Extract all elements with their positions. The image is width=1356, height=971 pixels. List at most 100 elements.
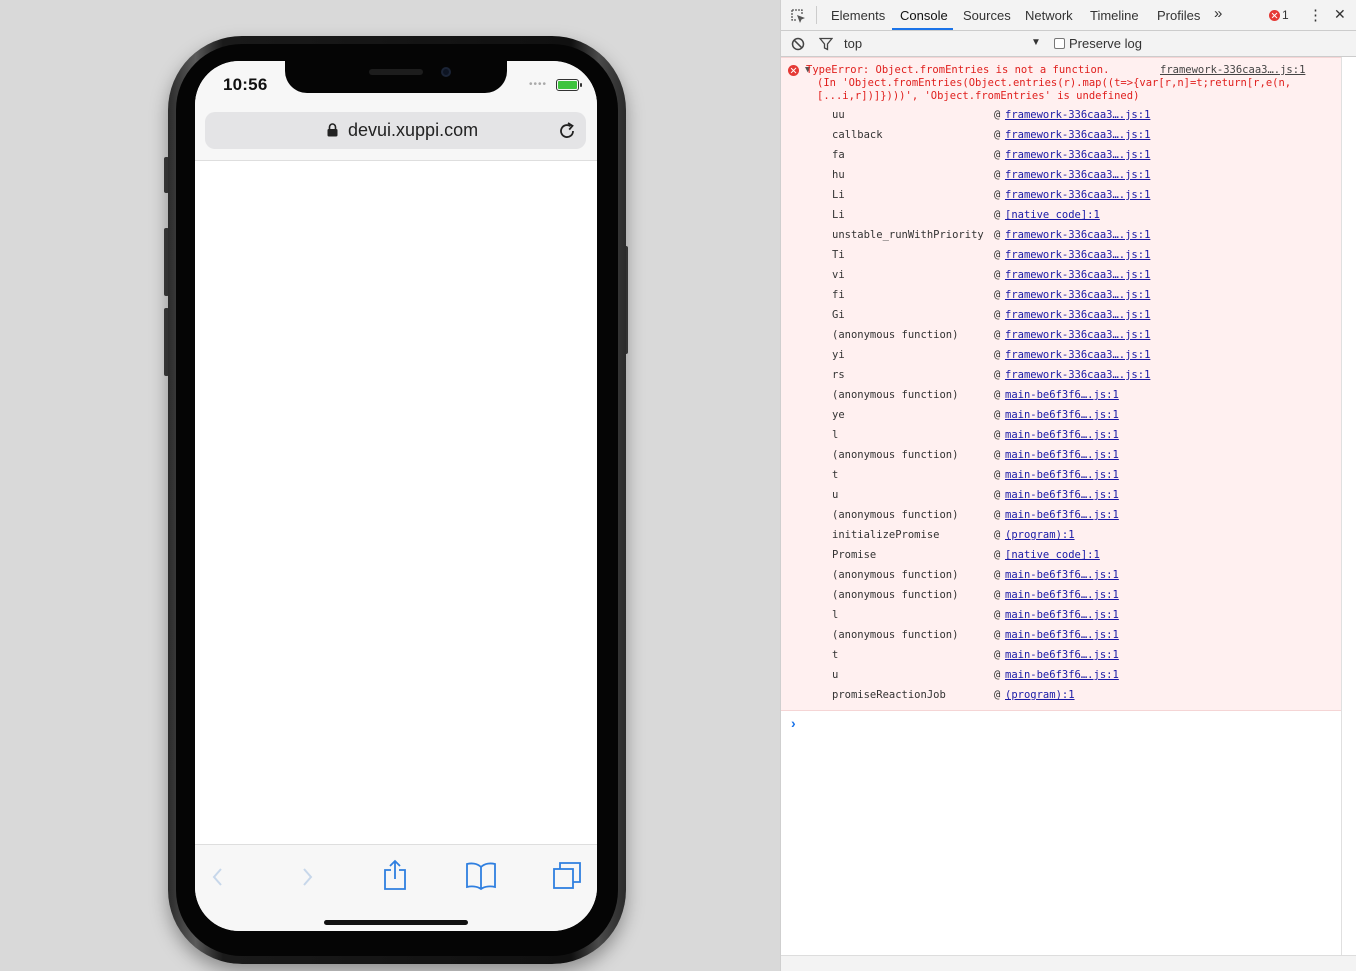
tab-network[interactable]: Network: [1025, 8, 1073, 23]
stack-frame-at: @: [994, 609, 1001, 621]
stack-frame-at: @: [994, 469, 1001, 481]
stack-frame-function: (anonymous function): [832, 449, 959, 461]
stack-frame-at: @: [994, 589, 1001, 601]
stack-frame-function: (anonymous function): [832, 569, 959, 581]
stack-frame-at: @: [994, 329, 1001, 341]
stack-frame-link[interactable]: main-be6f3f6….js:1: [1005, 649, 1119, 661]
horizontal-scrollbar[interactable]: [781, 955, 1356, 971]
stack-frame-row: (anonymous function) @ main-be6f3f6….js:1: [781, 385, 1341, 405]
address-bar[interactable]: devui.xuppi.com: [205, 112, 586, 149]
stack-frame-link[interactable]: main-be6f3f6….js:1: [1005, 469, 1119, 481]
share-icon[interactable]: [382, 859, 408, 891]
stack-frame-row: t @ main-be6f3f6….js:1: [781, 645, 1341, 665]
stack-frame-link[interactable]: framework-336caa3….js:1: [1005, 109, 1150, 121]
devtools-tab-bar: Elements Console Sources Network Timelin…: [781, 0, 1356, 31]
preserve-log-checkbox[interactable]: [1054, 38, 1065, 49]
stack-frame-link[interactable]: framework-336caa3….js:1: [1005, 369, 1150, 381]
tab-sources[interactable]: Sources: [963, 8, 1011, 23]
stack-frame-link[interactable]: framework-336caa3….js:1: [1005, 349, 1150, 361]
stack-frame-row: ye @ main-be6f3f6….js:1: [781, 405, 1341, 425]
lock-icon: [327, 123, 338, 137]
tab-console[interactable]: Console: [900, 8, 948, 23]
chevron-left-icon[interactable]: [210, 865, 226, 889]
stack-frame-link[interactable]: main-be6f3f6….js:1: [1005, 569, 1119, 581]
stack-frame-link[interactable]: framework-336caa3….js:1: [1005, 309, 1150, 321]
stack-frame-link[interactable]: (program):1: [1005, 529, 1075, 541]
stack-frame-link[interactable]: [native code]:1: [1005, 549, 1100, 561]
stack-frame-link[interactable]: main-be6f3f6….js:1: [1005, 449, 1119, 461]
stack-frame-row: Promise @ [native code]:1: [781, 545, 1341, 565]
stack-frame-link[interactable]: framework-336caa3….js:1: [1005, 149, 1150, 161]
stack-frame-function: callback: [832, 129, 883, 141]
dropdown-arrow-icon[interactable]: ▼: [1031, 37, 1041, 48]
stack-frame-function: uu: [832, 109, 845, 121]
speaker-grille: [369, 69, 423, 75]
stack-frame-link[interactable]: main-be6f3f6….js:1: [1005, 589, 1119, 601]
error-source-link[interactable]: framework-336caa3….js:1: [1160, 64, 1305, 76]
stack-frame-link[interactable]: main-be6f3f6….js:1: [1005, 389, 1119, 401]
stack-frame-at: @: [994, 669, 1001, 681]
stack-frame-link[interactable]: main-be6f3f6….js:1: [1005, 489, 1119, 501]
stack-frame-function: Promise: [832, 549, 877, 561]
stack-frame-link[interactable]: framework-336caa3….js:1: [1005, 169, 1150, 181]
stack-frame-at: @: [994, 489, 1001, 501]
preserve-log-label: Preserve log: [1069, 36, 1142, 51]
close-icon[interactable]: ✕: [1334, 6, 1346, 23]
stack-frame-at: @: [994, 629, 1001, 641]
stack-frame-at: @: [994, 249, 1001, 261]
stack-frame-function: hu: [832, 169, 845, 181]
stack-frame-link[interactable]: framework-336caa3….js:1: [1005, 189, 1150, 201]
error-icon: [788, 65, 799, 76]
stack-frame-link[interactable]: [native code]:1: [1005, 209, 1100, 221]
tab-elements[interactable]: Elements: [831, 8, 885, 23]
stack-frame-link[interactable]: main-be6f3f6….js:1: [1005, 429, 1119, 441]
stack-frame-row: uu @ framework-336caa3….js:1: [781, 105, 1341, 125]
reload-icon[interactable]: [557, 121, 577, 141]
chevron-right-icon[interactable]: [299, 865, 315, 889]
stack-frame-row: (anonymous function) @ main-be6f3f6….js:1: [781, 445, 1341, 465]
stack-frame-link[interactable]: main-be6f3f6….js:1: [1005, 629, 1119, 641]
stack-frame-link[interactable]: main-be6f3f6….js:1: [1005, 669, 1119, 681]
error-count[interactable]: 1: [1282, 8, 1289, 22]
context-selector[interactable]: top: [844, 36, 862, 51]
stack-frame-link[interactable]: framework-336caa3….js:1: [1005, 249, 1150, 261]
stack-frame-row: vi @ framework-336caa3….js:1: [781, 265, 1341, 285]
stack-frame-at: @: [994, 689, 1001, 701]
stack-frame-row: (anonymous function) @ main-be6f3f6….js:1: [781, 565, 1341, 585]
stack-frame-link[interactable]: framework-336caa3….js:1: [1005, 289, 1150, 301]
stack-frame-link[interactable]: framework-336caa3….js:1: [1005, 269, 1150, 281]
stack-frame-function: Li: [832, 189, 845, 201]
stack-frame-row: promiseReactionJob @ (program):1: [781, 685, 1341, 705]
tab-timeline[interactable]: Timeline: [1090, 8, 1139, 23]
stack-frame-at: @: [994, 149, 1001, 161]
stack-frame-link[interactable]: main-be6f3f6….js:1: [1005, 509, 1119, 521]
stack-frame-link[interactable]: main-be6f3f6….js:1: [1005, 409, 1119, 421]
stack-frame-row: fi @ framework-336caa3….js:1: [781, 285, 1341, 305]
stack-frame-row: t @ main-be6f3f6….js:1: [781, 465, 1341, 485]
stack-frame-link[interactable]: framework-336caa3….js:1: [1005, 229, 1150, 241]
console-scrollbar[interactable]: [1341, 57, 1356, 957]
stack-frame-link[interactable]: (program):1: [1005, 689, 1075, 701]
safari-toolbar: [195, 844, 597, 931]
stack-frame-link[interactable]: framework-336caa3….js:1: [1005, 329, 1150, 341]
console-prompt[interactable]: ›: [791, 715, 796, 731]
clear-console-icon[interactable]: [791, 37, 805, 51]
error-count-icon[interactable]: [1269, 10, 1280, 21]
menu-icon[interactable]: ⋮: [1308, 6, 1323, 24]
book-icon[interactable]: [465, 861, 497, 891]
stack-frame-row: (anonymous function) @ framework-336caa3….…: [781, 325, 1341, 345]
inspect-element-icon[interactable]: [791, 9, 806, 23]
tab-profiles[interactable]: Profiles: [1157, 8, 1200, 23]
filter-icon[interactable]: [819, 37, 833, 51]
stack-frame-at: @: [994, 509, 1001, 521]
stack-frame-at: @: [994, 429, 1001, 441]
stack-frame-function: promiseReactionJob: [832, 689, 946, 701]
stack-frame-function: Ti: [832, 249, 845, 261]
stack-frame-function: (anonymous function): [832, 329, 959, 341]
more-tabs-icon[interactable]: »: [1214, 5, 1222, 22]
stack-frame-link[interactable]: framework-336caa3….js:1: [1005, 129, 1150, 141]
stack-frame-function: t: [832, 469, 839, 481]
tabs-icon[interactable]: [552, 861, 582, 891]
stack-frame-link[interactable]: main-be6f3f6….js:1: [1005, 609, 1119, 621]
stack-frame-function: rs: [832, 369, 845, 381]
